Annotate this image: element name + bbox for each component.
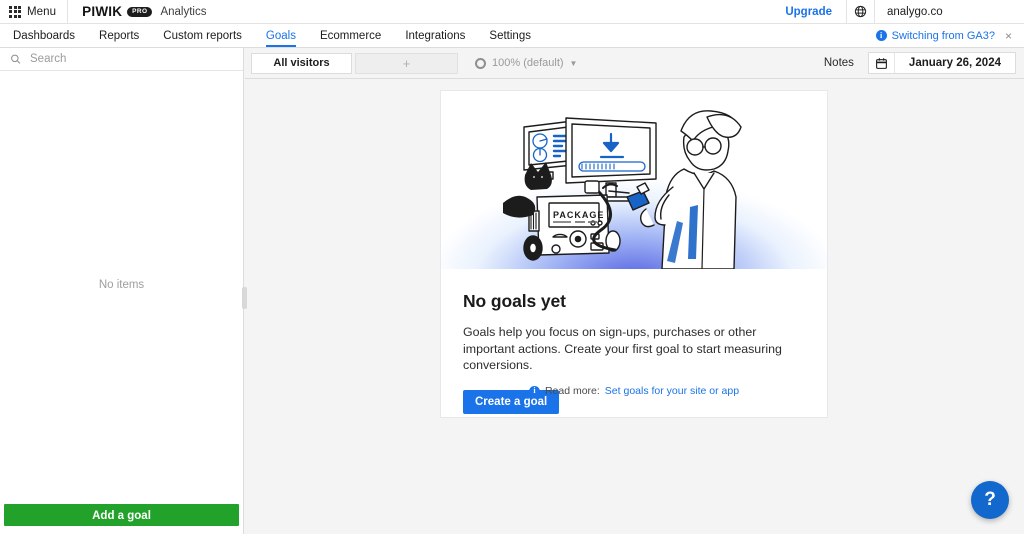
main-nav: Dashboards Reports Custom reports Goals …	[0, 24, 1024, 48]
sidebar-empty-label: No items	[99, 279, 144, 291]
upgrade-link[interactable]: Upgrade	[771, 0, 846, 23]
top-bar: Menu PIWIK PRO Analytics Upgrade analygo…	[0, 0, 1024, 24]
help-button[interactable]: ?	[971, 481, 1009, 519]
site-name: analygo.co	[887, 6, 943, 18]
close-icon[interactable]: ×	[1001, 30, 1016, 42]
goals-sidebar: No items Add a goal	[0, 48, 244, 534]
illustration-linework: PACKAGE	[441, 91, 827, 269]
menu-button-label: Menu	[27, 6, 56, 18]
brand-pro-badge: PRO	[127, 7, 152, 17]
illustration-screen-text: PACKAGE	[553, 210, 604, 220]
site-selector[interactable]: analygo.co	[874, 0, 1024, 23]
nav-item-ecommerce[interactable]: Ecommerce	[308, 24, 393, 47]
read-more-row: i Read more: Set goals for your site or …	[441, 385, 827, 397]
add-segment-button[interactable]: +	[355, 53, 458, 74]
nav-right-group: i Switching from GA3? ×	[876, 24, 1024, 47]
page-title: No goals yet	[463, 291, 805, 312]
top-bar-right: Upgrade analygo.co	[771, 0, 1024, 23]
date-range-picker[interactable]: January 26, 2024	[868, 52, 1016, 74]
zoom-level-selector[interactable]: 100% (default) ▼	[467, 53, 585, 74]
sidebar-resize-handle[interactable]	[242, 287, 247, 309]
ga3-migration-notice[interactable]: i Switching from GA3?	[876, 30, 995, 42]
grid-menu-icon	[9, 6, 21, 18]
toolbar-right-group: Notes January 26, 2024	[810, 52, 1016, 74]
search-icon	[10, 53, 21, 65]
question-mark-icon: ?	[984, 489, 996, 511]
info-icon: i	[876, 30, 887, 41]
add-goal-button[interactable]: Add a goal	[4, 504, 239, 526]
segment-all-visitors-button[interactable]: All visitors	[251, 53, 352, 74]
nav-item-dashboards[interactable]: Dashboards	[0, 24, 87, 47]
info-icon: i	[529, 386, 540, 397]
chevron-down-icon: ▼	[570, 59, 578, 68]
sidebar-empty-state: No items	[0, 71, 243, 499]
main-content-area: PACKAGE No goals yet Goals help you focu…	[245, 79, 1024, 534]
zoom-ring-icon	[475, 58, 486, 69]
menu-button[interactable]: Menu	[0, 0, 68, 23]
nav-item-custom-reports[interactable]: Custom reports	[151, 24, 254, 47]
read-more-prefix: Read more:	[545, 385, 600, 397]
globe-icon[interactable]	[846, 0, 874, 23]
search-input[interactable]	[28, 52, 233, 66]
sidebar-search-row	[0, 48, 243, 71]
content-toolbar: All visitors + 100% (default) ▼ Notes Ja…	[245, 48, 1024, 79]
notes-button[interactable]: Notes	[810, 57, 868, 69]
app-root: Menu PIWIK PRO Analytics Upgrade analygo…	[0, 0, 1024, 534]
scientist-package-machine-illustration: PACKAGE	[441, 91, 827, 269]
nav-item-settings[interactable]: Settings	[477, 24, 543, 47]
empty-state-description: Goals help you focus on sign-ups, purcha…	[463, 324, 803, 374]
nav-item-reports[interactable]: Reports	[87, 24, 151, 47]
date-range-label: January 26, 2024	[895, 53, 1015, 73]
goals-empty-state-card: PACKAGE No goals yet Goals help you focu…	[440, 90, 828, 418]
calendar-icon	[869, 53, 895, 73]
zoom-level-label: 100% (default)	[492, 57, 564, 69]
brand-logo[interactable]: PIWIK PRO Analytics	[68, 0, 206, 23]
nav-item-integrations[interactable]: Integrations	[393, 24, 477, 47]
brand-name: PIWIK	[82, 4, 122, 19]
ga3-notice-label: Switching from GA3?	[892, 30, 995, 42]
brand-app-name: Analytics	[160, 6, 206, 18]
read-more-link[interactable]: Set goals for your site or app	[605, 385, 739, 397]
nav-item-goals[interactable]: Goals	[254, 24, 308, 47]
sidebar-footer: Add a goal	[0, 499, 243, 534]
